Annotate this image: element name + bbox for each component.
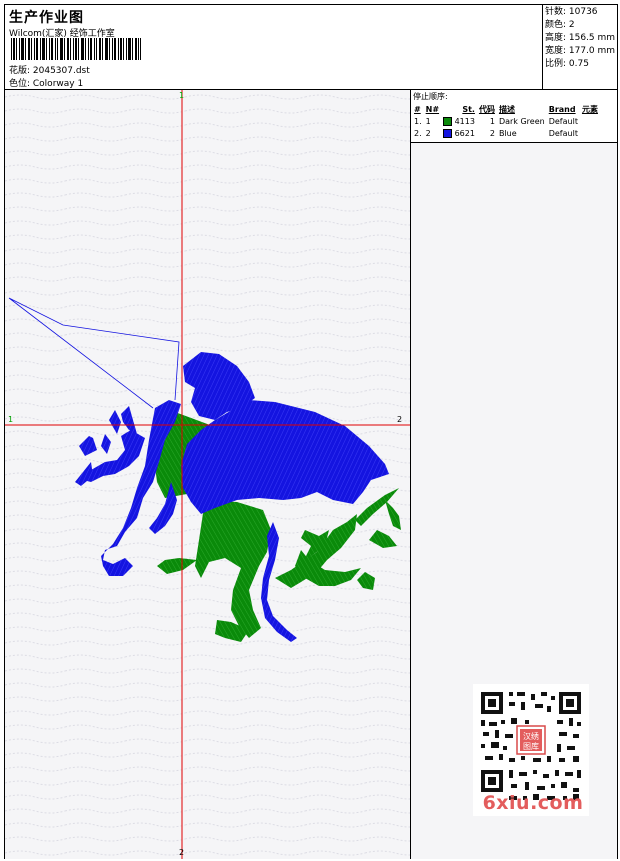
embroidery-preview [5, 90, 410, 859]
design-stats: 针数: 10736 颜色: 2 高度: 156.5 mm 宽度: 177.0 m… [542, 5, 619, 89]
design-width: 宽度: 177.0 mm [545, 46, 616, 56]
color-count: 颜色: 2 [545, 20, 575, 30]
design-scale: 比例: 0.75 [545, 59, 589, 69]
column-header: 元素 [581, 104, 598, 114]
needle-number: 2 [425, 128, 431, 138]
element [580, 127, 600, 139]
color-swatch [443, 128, 453, 138]
column-header: N# [425, 104, 440, 114]
row-index: 2. [414, 128, 422, 138]
stop-sequence-table: # N# St. 代码 描述 Brand 元素 1. 1 4113 1 Dark… [412, 103, 600, 139]
stop-sequence: 停止顺序: # N# St. 代码 描述 Brand 元素 1. 1 4113 … [411, 90, 617, 143]
brand: Default [548, 128, 578, 138]
stitch-count: 针数: 10736 [545, 7, 598, 17]
needle-number: 1 [425, 116, 431, 126]
colorway: 色位: Colorway 1 [9, 79, 84, 89]
stop-sequence-title: 停止顺序: [413, 92, 448, 101]
watermark-logo: 6xiu.com [482, 792, 584, 814]
description: Dark Green [498, 116, 545, 126]
stitches: 4113 [454, 116, 475, 126]
color-swatch [443, 116, 453, 126]
stitches: 6621 [454, 128, 475, 138]
column-header: # [414, 104, 421, 114]
header: 生产作业图 Wilcom(汇家) 经饰工作室 花版: 2045307.dst 色… [5, 5, 542, 89]
page-title: 生产作业图 [9, 10, 84, 26]
design-file: 花版: 2045307.dst [9, 66, 90, 76]
element [580, 115, 600, 127]
right-panel: 停止顺序: # N# St. 代码 描述 Brand 元素 1. 1 4113 … [411, 90, 617, 859]
column-header: 代码 [478, 104, 495, 114]
column-header: St. [462, 104, 475, 114]
axis-label-left: 1 [8, 415, 14, 424]
axis-label-right: 2 [397, 415, 403, 424]
column-header: 描述 [498, 104, 515, 114]
brand: Default [548, 116, 578, 126]
code: 1 [489, 116, 495, 126]
description: Blue [498, 128, 517, 138]
table-row: 2. 2 6621 2 Blue Default [412, 127, 600, 139]
code: 2 [489, 128, 495, 138]
svg-text:汉绣: 汉绣 [523, 731, 539, 741]
design-preview: 1 2 1 2 [5, 90, 410, 859]
column-header: Brand [548, 104, 576, 114]
design-height: 高度: 156.5 mm [545, 33, 616, 43]
stitch-count-cell: 4113 [441, 115, 477, 127]
stitch-count-cell: 6621 [441, 127, 477, 139]
row-index: 1. [414, 116, 422, 126]
svg-text:图库: 图库 [523, 741, 539, 751]
worksheet-frame: 生产作业图 Wilcom(汇家) 经饰工作室 花版: 2045307.dst 色… [4, 4, 618, 859]
table-row: 1. 1 4113 1 Dark Green Default [412, 115, 600, 127]
axis-label-top: 1 [179, 91, 185, 100]
barcode [11, 38, 141, 60]
axis-label-bottom: 2 [179, 848, 185, 857]
